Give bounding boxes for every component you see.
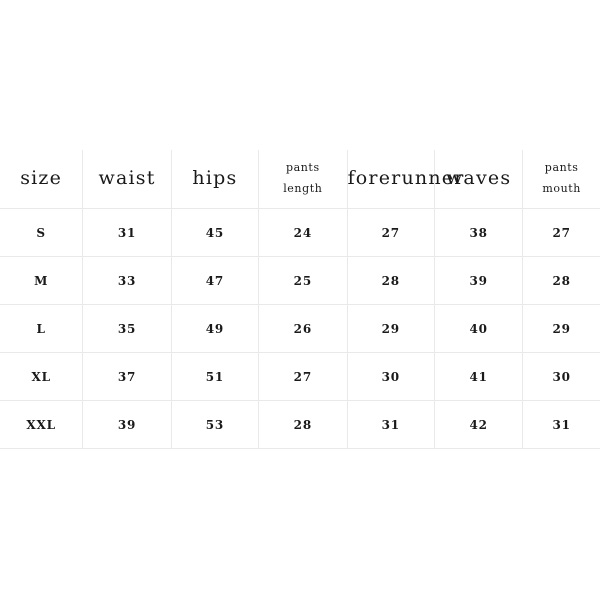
table-row: S 31 45 24 27 38 27 [0,208,600,257]
cell-pants-length: 26 [258,304,348,353]
table-header: size waist hips pants length forerunner … [0,150,600,209]
column-header-waves: waves [434,150,524,209]
cell-size: XXL [0,400,84,449]
cell-forerunner: 28 [347,256,435,305]
cell-pants-mouth: 30 [522,352,600,401]
cell-pants-mouth: 31 [522,400,600,449]
cell-hips: 51 [171,352,260,401]
cell-size: S [0,208,84,257]
cell-pants-mouth: 29 [522,304,600,353]
column-header-pants-length-line1: pants [285,161,320,175]
cell-forerunner: 29 [347,304,435,353]
cell-waist: 33 [82,256,172,305]
size-chart-container: size waist hips pants length forerunner … [0,0,600,600]
table-body: S 31 45 24 27 38 27 M 33 47 25 28 39 28 … [0,208,600,449]
column-header-waist-label: waist [98,167,156,190]
column-header-pants-length-line2: length [283,182,323,195]
column-header-pants-mouth-line2: mouth [542,182,581,195]
cell-size: XL [0,352,84,401]
column-header-forerunner: forerunner [347,150,463,209]
column-header-size-label: size [20,167,63,190]
cell-forerunner: 31 [347,400,435,449]
cell-size: M [0,256,84,305]
cell-pants-mouth: 27 [522,208,600,257]
cell-size: L [0,304,84,353]
cell-waist: 37 [82,352,172,401]
cell-forerunner: 27 [347,208,435,257]
column-header-pants-mouth: pants mouth [522,150,600,209]
cell-pants-length: 25 [258,256,348,305]
column-header-pants-length: pants length [258,150,348,209]
cell-waist: 31 [82,208,172,257]
cell-pants-mouth: 28 [522,256,600,305]
column-header-size: size [0,150,84,209]
column-header-hips: hips [171,150,260,209]
cell-waist: 35 [82,304,172,353]
cell-hips: 47 [171,256,260,305]
cell-pants-length: 24 [258,208,348,257]
cell-waves: 40 [434,304,524,353]
cell-waves: 41 [434,352,524,401]
cell-pants-length: 27 [258,352,348,401]
cell-hips: 49 [171,304,260,353]
table-row: XL 37 51 27 30 41 30 [0,352,600,401]
column-header-waves-label: waves [445,167,512,190]
cell-waves: 38 [434,208,524,257]
cell-hips: 53 [171,400,260,449]
column-header-hips-label: hips [192,167,238,190]
column-header-waist: waist [82,150,172,209]
table-row: XXL 39 53 28 31 42 31 [0,400,600,449]
column-header-pants-mouth-line1: pants [544,161,579,175]
cell-hips: 45 [171,208,260,257]
table-row: L 35 49 26 29 40 29 [0,304,600,353]
size-chart-table: size waist hips pants length forerunner … [0,150,600,449]
cell-waves: 39 [434,256,524,305]
cell-forerunner: 30 [347,352,435,401]
cell-waves: 42 [434,400,524,449]
cell-pants-length: 28 [258,400,348,449]
table-row: M 33 47 25 28 39 28 [0,256,600,305]
table-header-row: size waist hips pants length forerunner … [0,150,600,209]
cell-waist: 39 [82,400,172,449]
